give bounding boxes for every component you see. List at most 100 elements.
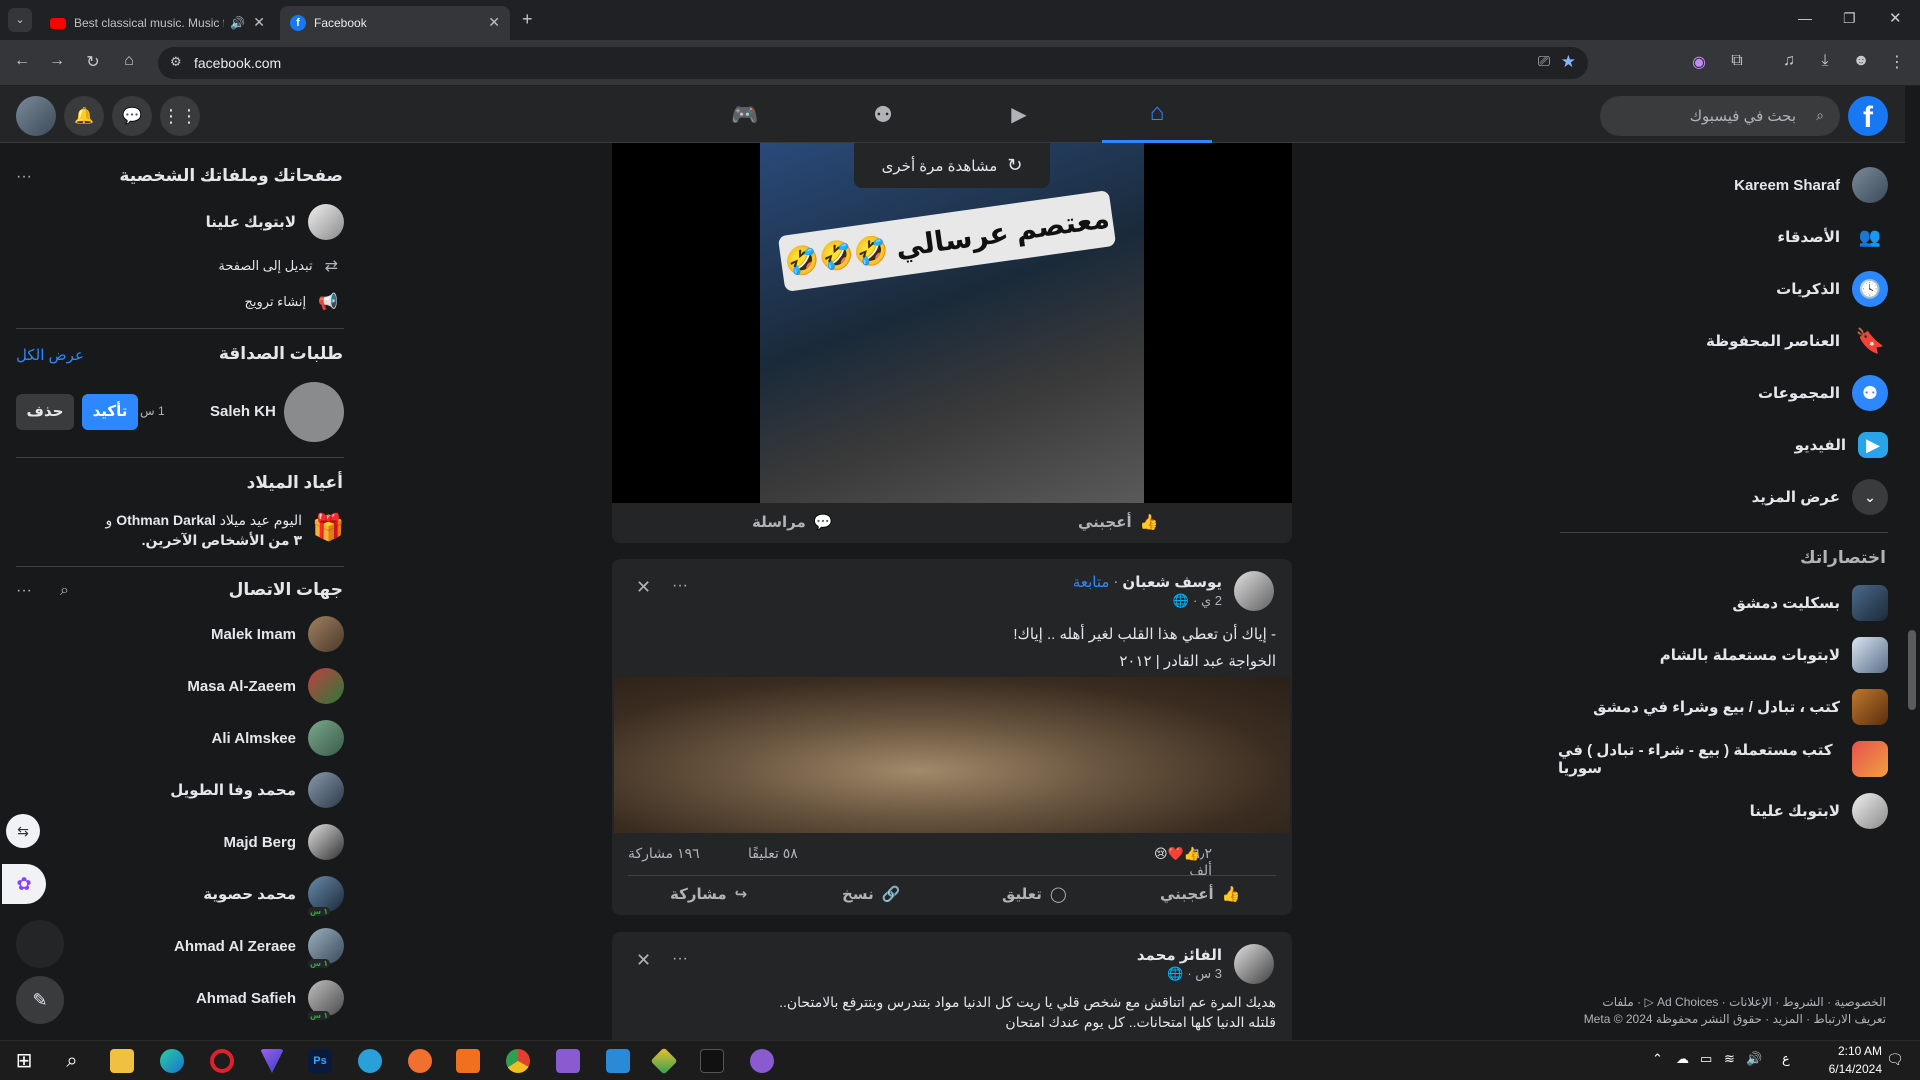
sidebar-item-video[interactable]: ▶ الفيديو [1558, 419, 1888, 471]
reaction-count[interactable]: ٦٫٢ ألف [1166, 845, 1212, 879]
vscode-icon[interactable] [606, 1049, 630, 1073]
chrome-icon[interactable] [506, 1049, 530, 1073]
page-item[interactable]: لابتوبك علينا [14, 196, 344, 248]
tab-search-button[interactable]: ⌄ [8, 8, 32, 32]
tab-gaming[interactable]: 🎮 [690, 86, 800, 143]
more-options-icon[interactable]: ··· [16, 168, 32, 186]
battery-icon[interactable]: ▭ [1700, 1051, 1712, 1067]
xampp-icon[interactable] [456, 1049, 480, 1073]
copy-link-button[interactable]: 🔗 نسخ [842, 885, 900, 903]
notifications-button[interactable]: 🔔 [64, 96, 104, 136]
account-avatar[interactable] [16, 96, 56, 136]
request-name[interactable]: Saleh KH [210, 403, 276, 420]
more-options-icon[interactable]: ··· [16, 582, 32, 600]
contact-item[interactable]: ١ س محمد حصوية [14, 868, 344, 920]
profile-icon[interactable]: ☻ [1850, 52, 1872, 70]
shortcut-item[interactable]: لابتوبك علينا [1558, 785, 1888, 837]
confirm-button[interactable]: تأكيد [82, 394, 138, 430]
tab-watch[interactable]: ▶ [964, 86, 1074, 143]
wifi-icon[interactable]: ≋ [1724, 1051, 1735, 1067]
close-tab-icon[interactable]: ✕ [253, 14, 265, 31]
home-icon[interactable]: ⌂ [118, 52, 140, 70]
terminal-icon[interactable] [700, 1049, 724, 1073]
vpn-icon[interactable] [260, 1049, 284, 1073]
extensions-icon[interactable]: ⧉ [1726, 52, 1748, 70]
media-control-icon[interactable]: ♫ [1778, 52, 1800, 70]
compose-message-button[interactable]: ✎ [16, 976, 64, 1024]
author-name[interactable]: يوسف شعبان [1122, 573, 1222, 591]
contact-item[interactable]: Ali Almskee [14, 712, 344, 764]
comment-button[interactable]: ◯ تعليق [1002, 885, 1067, 903]
replay-button[interactable]: ↻ مشاهدة مرة أخرى [854, 143, 1050, 188]
photoshop-icon[interactable]: Ps [308, 1049, 332, 1073]
telegram-icon[interactable] [358, 1049, 382, 1073]
bookmark-star-icon[interactable]: ★ [1561, 52, 1576, 72]
shortcut-item[interactable]: كتب ، تبادل / بيع وشراء في دمشق [1558, 681, 1888, 733]
menu-kebab-icon[interactable]: ⋮ [1886, 52, 1908, 72]
post-time[interactable]: 2 ي · 🌐 [1173, 593, 1222, 609]
notification-center-icon[interactable]: 🗨 [1886, 1051, 1904, 1068]
author-avatar[interactable] [1234, 944, 1274, 984]
message-button[interactable]: 💬 مراسلة [752, 513, 832, 531]
video-player[interactable]: معتصم عرسالي 🤣🤣🤣 ↻ مشاهدة مرة أخرى [612, 143, 1292, 503]
minimize-icon[interactable]: — [1798, 10, 1812, 26]
forward-icon[interactable]: → [46, 52, 68, 70]
downloads-icon[interactable]: ⤓ [1814, 52, 1836, 70]
author-name[interactable]: الفائز محمد [1137, 946, 1222, 964]
switch-to-page[interactable]: ⇄ تبديل إلى الصفحة [218, 256, 338, 276]
onedrive-icon[interactable]: ☁ [1676, 1051, 1689, 1067]
close-post-icon[interactable]: ✕ [636, 950, 651, 971]
menu-grid-button[interactable]: ⋮⋮ [160, 96, 200, 136]
facebook-logo[interactable]: f [1848, 96, 1888, 136]
translate-icon[interactable]: ⇆ [6, 814, 40, 848]
messenger-button[interactable]: 💬 [112, 96, 152, 136]
opera-icon[interactable] [210, 1049, 234, 1073]
scrollbar-thumb[interactable] [1908, 630, 1916, 710]
post-options-icon[interactable]: ··· [672, 950, 688, 968]
git-icon[interactable] [650, 1047, 678, 1075]
sidebar-item-profile[interactable]: Kareem Sharaf [1558, 159, 1888, 211]
like-button[interactable]: 👍 أعجبني [1078, 513, 1158, 531]
shortcut-item[interactable]: كتب مستعملة ( بيع - شراء - تبادل ) في سو… [1558, 733, 1888, 785]
clock-time[interactable]: 2:10 AM [1812, 1044, 1882, 1058]
create-promotion[interactable]: 📢 إنشاء ترويج [244, 292, 338, 312]
tab-home[interactable]: ⌂ [1102, 86, 1212, 143]
post-options-icon[interactable]: ··· [672, 577, 688, 595]
contact-item[interactable]: Masa Al-Zaeem [14, 660, 344, 712]
github-icon[interactable] [750, 1049, 774, 1073]
site-info-icon[interactable]: ⚙ [170, 54, 182, 70]
sidebar-item-groups[interactable]: ⚉ المجموعات [1558, 367, 1888, 419]
sidebar-item-saved[interactable]: 🔖 العناصر المحفوظة [1558, 315, 1888, 367]
clock-date[interactable]: 6/14/2024 [1812, 1062, 1882, 1076]
reload-icon[interactable]: ↻ [82, 52, 104, 72]
file-explorer-icon[interactable] [110, 1049, 134, 1073]
contact-item[interactable]: Majd Berg [14, 816, 344, 868]
contact-item[interactable]: Malek Imam [14, 608, 344, 660]
close-window-icon[interactable]: ✕ [1889, 9, 1902, 27]
copilot-extension-icon[interactable]: ◉ [1688, 52, 1710, 72]
comment-count[interactable]: ٥٨ تعليقًا [748, 845, 798, 862]
sublime-icon[interactable] [408, 1049, 432, 1073]
sidebar-item-memories[interactable]: 🕓 الذكريات [1558, 263, 1888, 315]
post-image[interactable] [614, 677, 1290, 833]
search-input[interactable]: ⌕ بحث في فيسبوك [1600, 96, 1840, 136]
close-tab-icon[interactable]: ✕ [488, 14, 500, 31]
start-icon[interactable]: ⊞ [12, 1049, 36, 1073]
share-button[interactable]: ↪ مشاركة [670, 885, 747, 903]
tab-groups[interactable]: ⚉ [828, 86, 938, 143]
edge-icon[interactable] [160, 1049, 184, 1073]
address-bar[interactable]: ⚙ facebook.com ⎚ ★ [158, 47, 1588, 79]
post-time[interactable]: 3 س · 🌐 [1167, 966, 1222, 982]
share-count[interactable]: ١٩٦ مشاركة [628, 845, 700, 862]
shortcut-item[interactable]: لابتوبات مستعملة بالشام [1558, 629, 1888, 681]
back-icon[interactable]: ← [11, 52, 33, 70]
install-app-icon[interactable]: ⎚ [1538, 53, 1550, 70]
search-icon[interactable]: ⌕ [60, 1049, 84, 1073]
see-all-link[interactable]: عرض الكل [16, 346, 84, 364]
language-indicator[interactable]: ع [1782, 1051, 1790, 1067]
tab-youtube[interactable]: Best classical music. Music f 🔊 ✕ [40, 6, 275, 40]
sidebar-item-see-more[interactable]: ⌄ عرض المزيد [1558, 471, 1888, 523]
search-icon[interactable]: ⌕ [60, 582, 69, 600]
tab-facebook[interactable]: f Facebook ✕ [280, 6, 510, 40]
author-avatar[interactable] [1234, 571, 1274, 611]
